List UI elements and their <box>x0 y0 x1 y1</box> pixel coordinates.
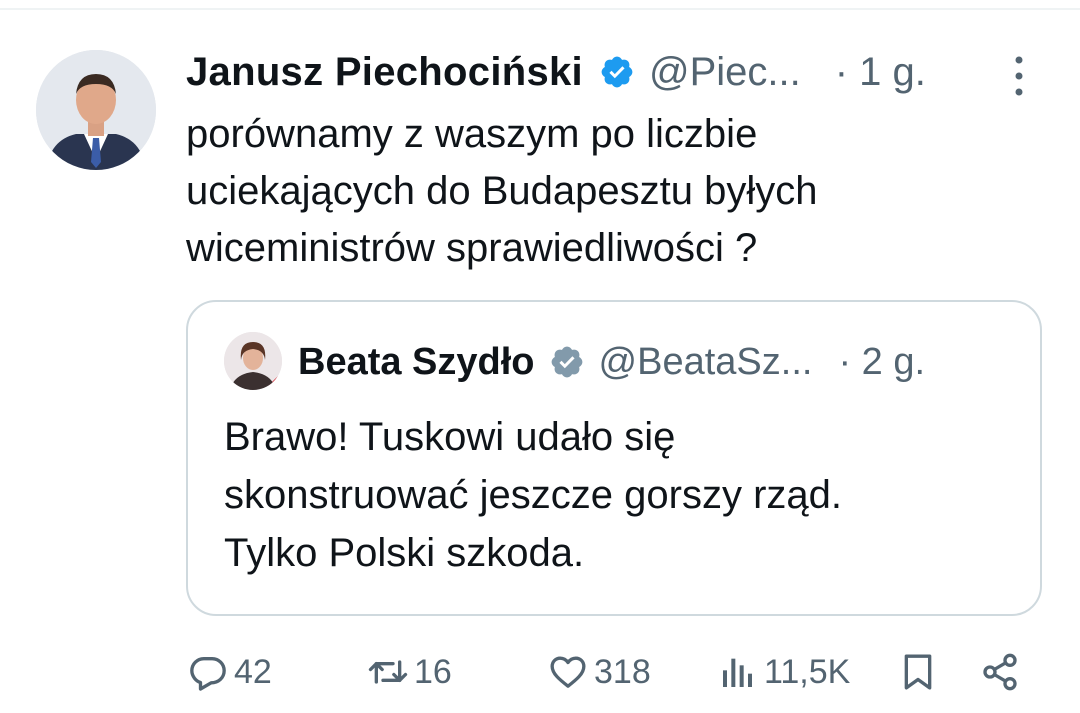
reply-count: 42 <box>234 652 272 691</box>
bookmark-icon <box>904 654 932 690</box>
heart-icon <box>550 656 586 688</box>
author-handle[interactable]: @Piec... <box>649 50 801 95</box>
more-options-icon[interactable] <box>1010 56 1028 96</box>
repost-button[interactable]: 16 <box>368 640 452 704</box>
quoted-tweet-time[interactable]: · 2 g. <box>838 341 925 384</box>
gray-verified-badge-icon <box>551 346 582 378</box>
quoted-author-avatar[interactable] <box>224 332 282 390</box>
reply-icon <box>190 657 226 691</box>
views-count: 11,5K <box>764 652 851 691</box>
bookmark-button[interactable] <box>898 640 938 704</box>
profile-photo-woman-icon <box>224 332 282 390</box>
quoted-tweet-card[interactable]: Beata Szydło @BeataSz... · 2 g. Brawo! T… <box>186 300 1042 616</box>
quoted-tweet-text: Brawo! Tuskowi udało się skonstruować je… <box>224 415 843 575</box>
reply-button[interactable]: 42 <box>188 640 272 704</box>
quoted-author-handle[interactable]: @BeataSz... <box>599 341 813 384</box>
analytics-icon <box>723 658 752 687</box>
quoted-author-name[interactable]: Beata Szydło <box>298 341 535 384</box>
repost-icon <box>368 660 408 684</box>
top-divider <box>0 8 1080 10</box>
author-name[interactable]: Janusz Piechociński <box>186 50 583 95</box>
share-button[interactable] <box>980 640 1020 704</box>
repost-count: 16 <box>414 652 452 691</box>
like-count: 318 <box>594 652 651 691</box>
author-avatar[interactable] <box>36 50 156 170</box>
profile-photo-man-icon <box>36 50 156 170</box>
action-bar: 42 16 318 11,5K <box>0 640 1080 704</box>
share-icon <box>983 653 1017 691</box>
like-button[interactable]: 318 <box>548 640 651 704</box>
tweet-text: porównamy z waszym po liczbie uciekający… <box>186 112 818 270</box>
tweet-header: Janusz Piechociński @Piec... · 1 g. <box>186 44 1046 100</box>
views-button[interactable]: 11,5K <box>718 640 850 704</box>
verified-badge-icon <box>601 56 633 88</box>
tweet-time[interactable]: · 1 g. <box>835 50 926 95</box>
quoted-tweet-header: Beata Szydło @BeataSz... · 2 g. <box>298 334 1018 390</box>
